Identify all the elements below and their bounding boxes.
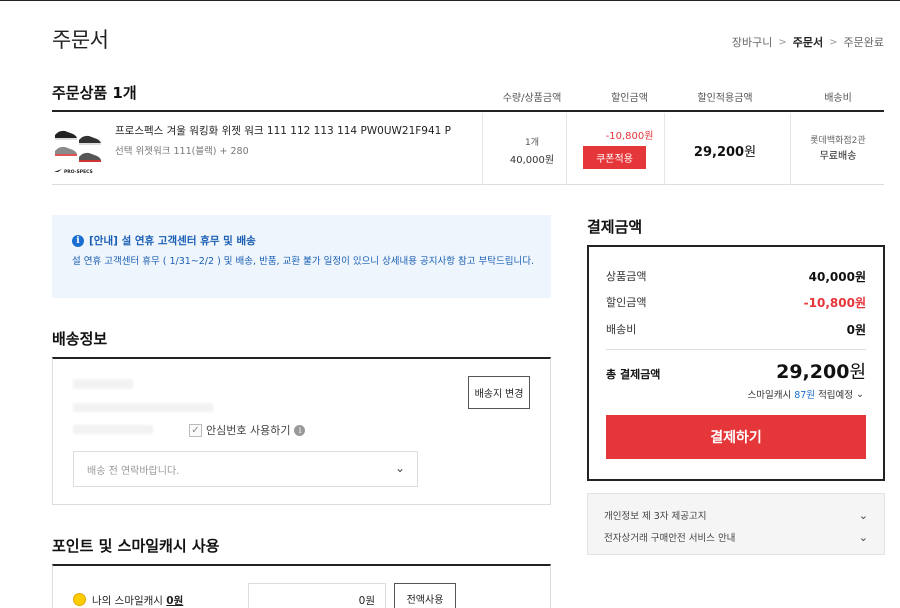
item-price: 40,000원 <box>509 155 555 166</box>
smile-cash-input[interactable]: 0원 <box>248 583 386 608</box>
payment-row-value: 40,000원 <box>808 270 866 284</box>
safe-number-label: 안심번호 사용하기 <box>206 424 291 437</box>
total-label: 총 결제금액 <box>606 368 661 381</box>
chevron-down-icon: ⌄ <box>856 388 864 400</box>
payment-row-subtotal: 상품금액 40,000원 <box>606 268 866 285</box>
apply-coupon-button[interactable]: 쿠폰적용 <box>583 146 646 169</box>
chevron-right-icon: > <box>778 36 787 48</box>
top-border <box>0 0 900 1</box>
page-title: 주문서 <box>52 28 109 52</box>
total-amount-unit: 원 <box>849 362 866 383</box>
chevron-right-icon: > <box>829 36 838 48</box>
total-amount-value: 29,200 <box>776 361 850 383</box>
points-section-title: 포인트 및 스마일캐시 사용 <box>52 537 220 555</box>
payment-row-value: -10,800원 <box>803 296 866 310</box>
shipping-fee: 무료배송 <box>819 151 857 162</box>
chevron-down-icon: ⌄ <box>858 508 868 522</box>
product-option: 선택 위젯워크 111(블랙) + 280 <box>115 146 249 157</box>
payment-row-label: 할인금액 <box>606 296 647 309</box>
payment-row-shipping: 배송비 0원 <box>606 321 866 338</box>
smile-cash-label: 나의 스마일캐시 0원 <box>92 593 183 608</box>
final-price-value: 29,200 <box>693 145 745 160</box>
chevron-down-icon: ⌄ <box>394 461 405 475</box>
column-header-final-price: 할인적용금액 <box>697 93 753 104</box>
total-amount: 29,200원 <box>776 358 866 384</box>
shipping-cell: 롯데백화점2관 무료배송 <box>792 133 884 165</box>
info-icon: i <box>72 234 84 247</box>
delivery-memo-value: 배송 전 연락바랍니다. <box>87 465 180 477</box>
divider <box>606 349 866 350</box>
final-price-unit: 원 <box>744 145 757 160</box>
breadcrumb: 장바구니 > 주문서 > 주문완료 <box>732 34 884 50</box>
terms-label: 전자상거래 구매안전 서비스 안내 <box>604 533 736 544</box>
points-box: 나의 스마일캐시 0원 0원 전액사용 <box>52 564 551 608</box>
payment-summary-box: 상품금액 40,000원 할인금액 -10,800원 배송비 0원 총 결제금액… <box>587 245 885 481</box>
order-section-title: 주문상품 1개 <box>52 84 137 102</box>
breadcrumb-order: 주문서 <box>792 36 824 49</box>
reward-info[interactable]: 스마일캐시 87원 적립예정 ⌄ <box>747 387 864 402</box>
reward-amount: 87원 <box>794 390 816 401</box>
terms-box: 개인정보 제 3자 제공고지 ⌄ 전자상거래 구매안전 서비스 안내 ⌄ <box>587 493 885 555</box>
breadcrumb-complete: 주문완료 <box>843 36 884 49</box>
reward-prefix: 스마일캐시 <box>747 390 792 401</box>
payment-row-label: 상품금액 <box>606 270 647 283</box>
masked-phone <box>73 425 153 434</box>
masked-address <box>73 403 213 412</box>
discount-amount: -10,800원 <box>605 131 654 142</box>
smile-cash-label-text: 나의 스마일캐시 <box>92 595 167 607</box>
terms-label: 개인정보 제 3자 제공고지 <box>604 511 707 522</box>
product-name[interactable]: 프로스펙스 겨울 워킹화 위젯 워크 111 112 113 114 PW0UW… <box>115 123 451 138</box>
payment-title: 결제금액 <box>587 218 643 236</box>
use-all-button[interactable]: 전액사용 <box>394 583 456 608</box>
terms-item-privacy[interactable]: 개인정보 제 3자 제공고지 ⌄ <box>604 508 868 523</box>
masked-recipient-name <box>73 379 133 389</box>
payment-row-label: 배송비 <box>606 323 637 336</box>
notice-body: 설 연휴 고객센터 휴무 ( 1/31~2/2 ) 및 배송, 반품, 교환 불… <box>72 256 534 267</box>
column-divider <box>566 113 567 185</box>
payment-row-discount: 할인금액 -10,800원 <box>606 294 866 311</box>
payment-row-value: 0원 <box>846 323 866 337</box>
column-divider <box>790 113 791 185</box>
order-item-row: PRO-SPECS 프로스펙스 겨울 워킹화 위젯 워크 111 112 113… <box>52 113 884 185</box>
pay-button[interactable]: 결제하기 <box>606 415 866 459</box>
reward-suffix: 적립예정 <box>818 390 854 401</box>
column-header-shipping: 배송비 <box>824 93 852 104</box>
safe-number-checkbox[interactable]: ✓ 안심번호 사용하기 i <box>189 422 306 438</box>
breadcrumb-cart[interactable]: 장바구니 <box>732 34 772 50</box>
chevron-down-icon: ⌄ <box>858 530 868 544</box>
shipping-info-box: 배송지 변경 ✓ 안심번호 사용하기 i 배송 전 연락바랍니다. ⌄ <box>52 357 551 505</box>
notice-box: i [안내] 설 연휴 고객센터 휴무 및 배송 설 연휴 고객센터 휴무 ( … <box>52 215 551 298</box>
order-table-header: 주문상품 1개 수량/상품금액 할인금액 할인적용금액 배송비 <box>52 80 884 112</box>
notice-title: i [안내] 설 연휴 고객센터 휴무 및 배송 <box>72 233 256 248</box>
product-thumbnail[interactable]: PRO-SPECS <box>52 121 104 177</box>
final-price: 29,200원 <box>665 141 785 160</box>
svg-text:PRO-SPECS: PRO-SPECS <box>64 169 93 175</box>
change-address-button[interactable]: 배송지 변경 <box>468 376 530 409</box>
smile-cash-coin-icon <box>73 593 86 606</box>
notice-title-text: [안내] 설 연휴 고객센터 휴무 및 배송 <box>89 235 256 247</box>
shipping-info-title: 배송정보 <box>52 330 108 348</box>
delivery-memo-select[interactable]: 배송 전 연락바랍니다. ⌄ <box>73 451 418 487</box>
smile-cash-balance: 0원 <box>166 595 184 607</box>
checkbox-icon[interactable]: ✓ <box>189 423 202 437</box>
info-icon[interactable]: i <box>294 424 306 436</box>
seller-name: 롯데백화점2관 <box>810 136 866 146</box>
terms-item-safe-purchase[interactable]: 전자상거래 구매안전 서비스 안내 ⌄ <box>604 530 868 545</box>
